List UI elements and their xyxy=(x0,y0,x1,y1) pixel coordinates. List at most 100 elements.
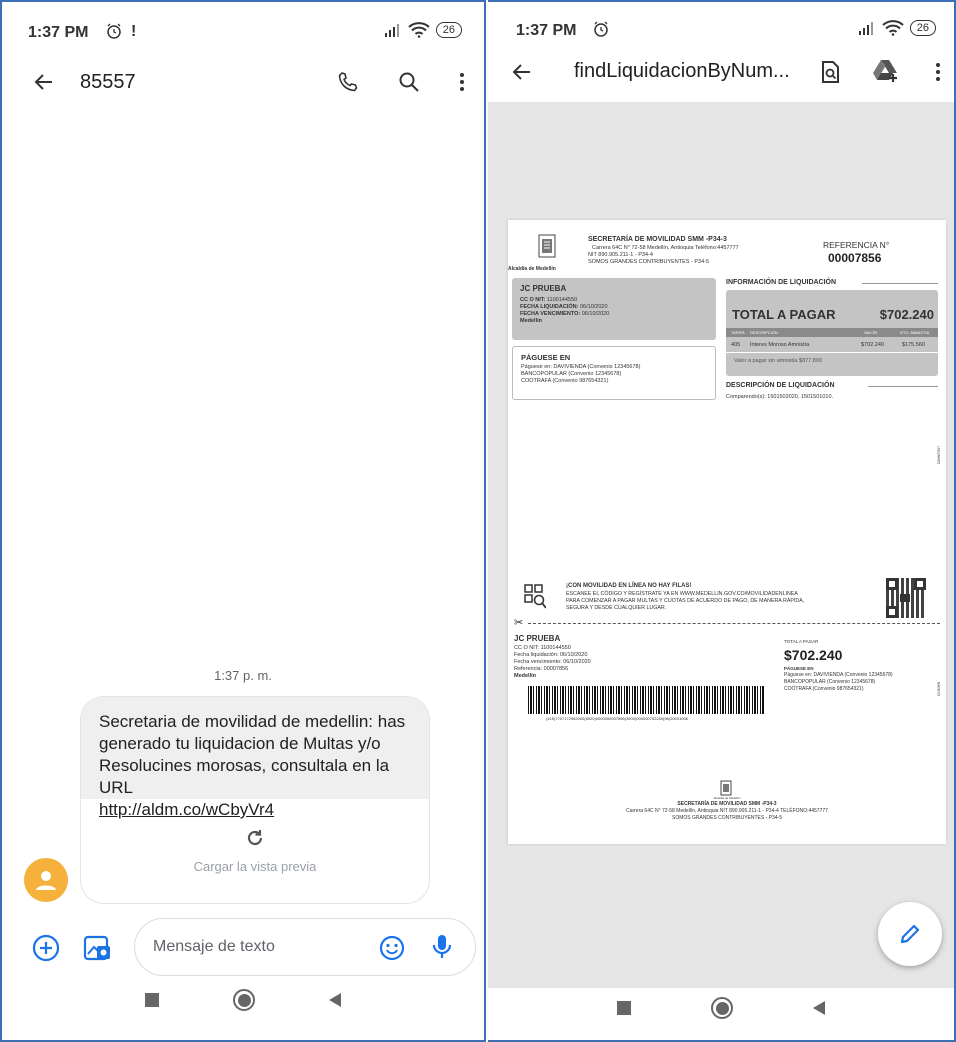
add-attachment-icon[interactable] xyxy=(32,934,60,967)
message-bubble[interactable]: Secretaria de movilidad de medellin: has… xyxy=(80,696,430,904)
status-icons: 26 xyxy=(858,20,936,36)
compose-bar: Mensaje de texto xyxy=(2,916,484,978)
screenshot-root: 1:37 PM ! 26 85557 1:37 p. m. Secretaria… xyxy=(0,0,956,1042)
back-arrow-icon[interactable] xyxy=(510,60,534,89)
document-title: findLiquidacionByNum... xyxy=(574,60,790,82)
fl-label: FECHA LIQUIDACIÓN: xyxy=(520,304,579,310)
nit-label: CC O NIT: xyxy=(520,297,546,303)
message-text: Secretaria de movilidad de medellin: has… xyxy=(99,712,406,797)
wifi-icon xyxy=(408,22,430,38)
nit-value: 1100144550 xyxy=(546,297,578,303)
table-header: TARIFA DESCRIPCIÓN VALOR DTO. AMNISTÍA xyxy=(726,328,938,337)
save-to-drive-icon[interactable] xyxy=(872,58,900,89)
back-button[interactable] xyxy=(329,993,341,1007)
edit-fab[interactable] xyxy=(878,902,942,966)
pdf-viewer-screen: 1:37 PM 26 findLiquidacionByNum... Alcal… xyxy=(488,0,956,1042)
phone-icon[interactable] xyxy=(336,70,360,99)
barcode xyxy=(528,686,764,714)
alarm-icon xyxy=(105,22,123,45)
emoji-icon[interactable] xyxy=(379,935,405,966)
qr-code xyxy=(886,578,926,618)
desc-text: Comparendo(s): 1501502020, 1501501010. xyxy=(726,394,834,400)
desc-rule xyxy=(868,386,938,387)
total-box: TOTAL A PAGAR $702.240 TARIFA DESCRIPCIÓ… xyxy=(726,290,938,376)
info-rule xyxy=(862,283,938,284)
doc-address-3: SOMOS GRANDES CONTRIBUYENTES - P34-5 xyxy=(588,259,710,265)
sin-amnistia: Valor a pagar sin amnistía $877.800 xyxy=(734,358,822,364)
row-tarifa: 405 xyxy=(731,342,741,348)
stub-pague-1: Páguese en: DAVIVIENDA (Convenio 1234567… xyxy=(784,672,893,678)
row-valor: $702.240 xyxy=(861,342,884,348)
stub-total-label: TOTAL A PAGAR xyxy=(784,639,819,644)
recents-button[interactable] xyxy=(617,1001,631,1015)
th-descripcion: DESCRIPCIÓN xyxy=(750,330,778,335)
microphone-icon[interactable] xyxy=(431,933,453,966)
navigation-bar xyxy=(488,982,954,1034)
search-icon[interactable] xyxy=(397,70,421,99)
promo-line-3: SEGURA Y DESDE CUALQUIER LUGAR. xyxy=(566,605,667,611)
app-bar: findLiquidacionByNum... xyxy=(488,50,954,106)
th-dto: DTO. AMNISTÍA xyxy=(900,330,930,335)
conversation-title: 85557 xyxy=(80,71,136,93)
row-dto: $175.560 xyxy=(902,342,925,348)
stub-pague-2: BANCOPOPULAR (Convenio 12345678) xyxy=(784,679,876,685)
navigation-bar xyxy=(2,974,484,1026)
qr-scan-icon xyxy=(524,584,546,609)
scissors-icon: ✂ xyxy=(514,617,524,629)
customer-name: JC PRUEBA xyxy=(520,284,567,293)
status-time: 1:37 PM xyxy=(516,22,577,39)
footer-org: SECRETARÍA DE MOVILIDAD SMM -P34-3 xyxy=(677,801,777,807)
logo-caption: Alcaldía de Medellín xyxy=(508,266,556,272)
alarm-icon xyxy=(592,20,610,43)
footer-logo-caption: Alcaldía de Medellín xyxy=(713,796,741,800)
battery-icon: 26 xyxy=(435,22,462,38)
barcode-text: (415)7707172962000(8020)0000000007856(39… xyxy=(546,716,688,721)
reference-number: 00007856 xyxy=(828,251,882,265)
home-button[interactable] xyxy=(233,989,255,1011)
footer-address: Carrera 64C N° 72-58 Medellín, Antioquia… xyxy=(626,808,828,814)
recents-button[interactable] xyxy=(145,993,159,1007)
status-time: 1:37 PM xyxy=(28,24,89,41)
fl-value: 06/10/2020 xyxy=(580,304,608,310)
th-tarifa: TARIFA xyxy=(731,330,745,335)
messages-screen: 1:37 PM ! 26 85557 1:37 p. m. Secretaria… xyxy=(0,0,486,1042)
gallery-icon[interactable] xyxy=(82,932,112,967)
message-input-placeholder: Mensaje de texto xyxy=(153,938,275,955)
stub-pague-3: COOTRAFA (Convenio 987654321) xyxy=(784,686,864,692)
link-preview[interactable]: Cargar la vista previa xyxy=(81,799,429,903)
more-options-icon[interactable] xyxy=(450,70,474,99)
signal-icon xyxy=(858,22,873,35)
th-valor: VALOR xyxy=(864,330,878,335)
pague-box: PÁGUESE EN Páguese en: DAVIVIENDA (Conve… xyxy=(512,346,716,400)
footer-contrib: SOMOS GRANDES CONTRIBUYENTES - P34-5 xyxy=(671,815,783,821)
total-amount: $702.240 xyxy=(879,307,934,322)
home-button[interactable] xyxy=(711,997,733,1019)
signal-icon xyxy=(384,24,399,37)
back-arrow-icon[interactable] xyxy=(32,70,56,99)
side-label-banco: BANCO xyxy=(936,682,942,697)
city-logo xyxy=(538,234,556,258)
more-options-icon[interactable] xyxy=(926,60,950,89)
row-descripcion: Interes Moroso Amnistía xyxy=(750,342,810,348)
status-icons: 26 xyxy=(384,22,462,38)
pencil-icon xyxy=(900,924,920,944)
desc-title: DESCRIPCIÓN DE LIQUIDACIÓN xyxy=(726,382,835,389)
pague-title: PÁGUESE EN xyxy=(521,353,571,362)
cut-line xyxy=(528,623,940,624)
reload-icon xyxy=(81,827,429,855)
battery-icon: 26 xyxy=(909,20,936,36)
avatar[interactable] xyxy=(24,858,68,902)
find-in-document-icon[interactable] xyxy=(818,60,842,89)
back-button[interactable] xyxy=(813,1001,825,1015)
message-body: Secretaria de movilidad de medellin: has… xyxy=(81,697,429,819)
message-input[interactable]: Mensaje de texto xyxy=(134,918,476,976)
table-row: 405 Interes Moroso Amnistía $702.240 $17… xyxy=(726,340,938,352)
document-viewport[interactable]: Alcaldía de Medellín SECRETARÍA DE MOVIL… xyxy=(488,102,954,988)
message-timestamp: 1:37 p. m. xyxy=(214,668,272,683)
wifi-icon xyxy=(882,20,904,36)
customer-city: Medellín xyxy=(520,318,543,324)
app-bar: 85557 xyxy=(2,58,484,114)
preview-label: Cargar la vista previa xyxy=(193,859,317,874)
fv-label: FECHA VENCIMIENTO: xyxy=(520,311,581,317)
footer-logo xyxy=(720,780,732,796)
